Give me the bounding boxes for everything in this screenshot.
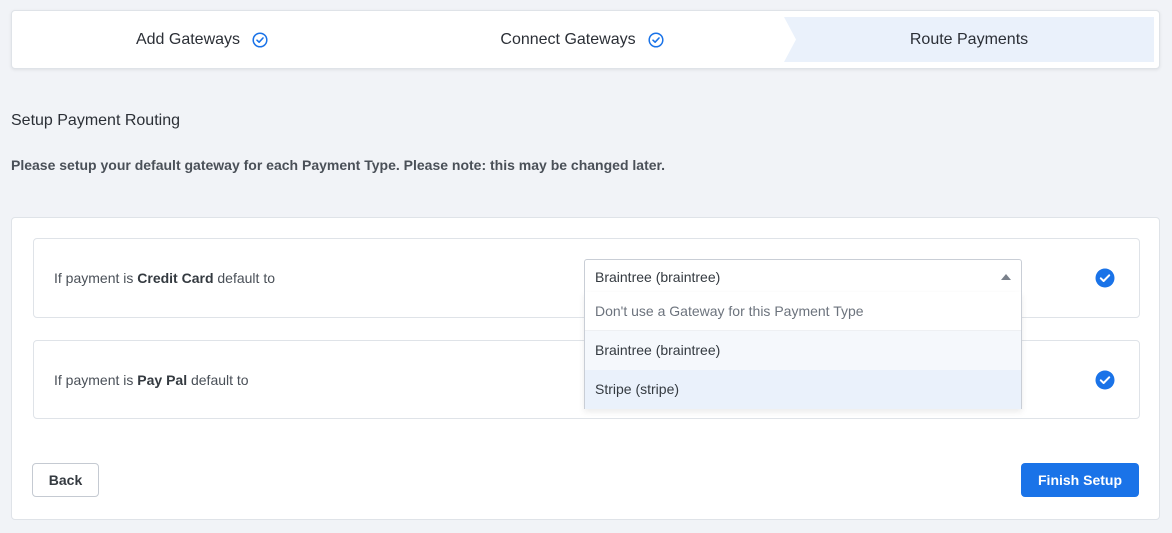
payment-type: Credit Card xyxy=(137,270,214,286)
step-route-payments[interactable]: Route Payments xyxy=(784,17,1154,62)
payment-type: Pay Pal xyxy=(137,371,188,388)
route-suffix: default to xyxy=(187,371,249,388)
dropdown-option-braintree[interactable]: Braintree (braintree) xyxy=(585,331,1021,370)
dropdown-option-stripe[interactable]: Stripe (stripe) xyxy=(585,370,1021,409)
step-label: Add Gateways xyxy=(135,30,241,48)
select-value: Braintree (braintree) xyxy=(595,269,721,285)
check-circle-outline-icon xyxy=(648,31,664,48)
back-button[interactable]: Back xyxy=(32,463,99,497)
route-prefix: If payment is xyxy=(54,270,138,286)
step-connect-gateways[interactable]: Connect Gateways xyxy=(392,11,772,68)
check-circle-filled-icon xyxy=(1095,370,1115,389)
credit-card-gateway-select[interactable]: Braintree (braintree) xyxy=(584,259,1022,293)
check-circle-filled-icon xyxy=(1095,268,1115,288)
check-circle-outline-icon xyxy=(252,31,268,48)
page-title: Setup Payment Routing xyxy=(11,112,180,129)
setup-stepper: Add Gateways Connect Gateways Route Paym… xyxy=(11,10,1160,69)
step-label: Connect Gateways xyxy=(500,30,636,48)
page-description: Please setup your default gateway for ea… xyxy=(11,157,666,173)
route-suffix: default to xyxy=(213,270,275,286)
route-prefix: If payment is xyxy=(54,371,138,388)
step-label: Route Payments xyxy=(909,30,1029,48)
route-label: If payment is Credit Card default to xyxy=(54,270,275,286)
gateway-dropdown-menu: Don't use a Gateway for this Payment Typ… xyxy=(584,292,1022,409)
caret-up-icon[interactable] xyxy=(1001,274,1011,280)
dropdown-option-none[interactable]: Don't use a Gateway for this Payment Typ… xyxy=(585,292,1021,331)
step-add-gateways[interactable]: Add Gateways xyxy=(12,11,392,68)
finish-setup-button[interactable]: Finish Setup xyxy=(1021,463,1139,497)
route-label: If payment is Pay Pal default to xyxy=(54,372,249,388)
